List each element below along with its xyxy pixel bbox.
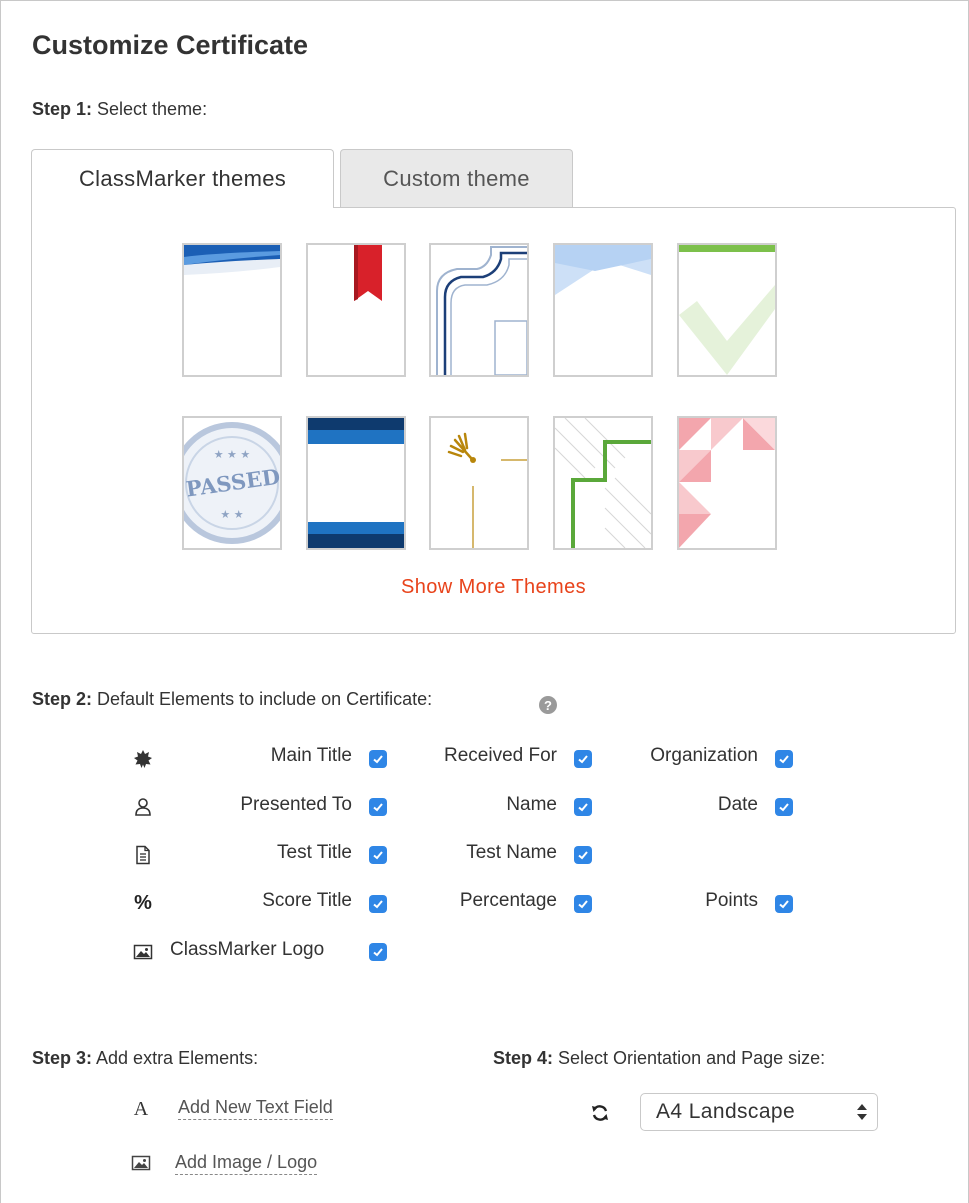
text-icon: A	[133, 1097, 149, 1120]
percentage-label: Percentage	[459, 890, 557, 911]
add-image-logo-link[interactable]: Add Image / Logo	[175, 1152, 318, 1175]
test-title-checkbox[interactable]	[369, 846, 387, 864]
passed-stamp-art: ★ ★ ★ PASSED ★ ★	[184, 422, 280, 544]
page-title: Customize Certificate	[32, 30, 309, 60]
image-icon	[129, 1151, 153, 1175]
svg-text:★ ★: ★ ★	[220, 508, 243, 521]
received-for-checkbox[interactable]	[574, 750, 592, 768]
organization-label: Organization	[650, 745, 758, 766]
theme-red-ribbon[interactable]	[306, 243, 406, 377]
theme-blue-wave[interactable]	[182, 243, 282, 377]
score-title-label: Score Title	[262, 890, 352, 911]
main-title-label: Main Title	[270, 745, 352, 766]
tab-custom-theme[interactable]: Custom theme	[340, 149, 573, 207]
points-checkbox[interactable]	[775, 895, 793, 913]
tab-classmarker-themes[interactable]: ClassMarker themes	[31, 149, 334, 208]
classmarker-logo-label: ClassMarker Logo	[170, 939, 325, 960]
step1-text: Select theme:	[92, 99, 208, 119]
theme-light-blue-angles[interactable]	[553, 243, 653, 377]
step2-label: Step 2: Default Elements to include on C…	[32, 689, 432, 710]
pink-triangles-art	[679, 418, 775, 548]
image-icon	[131, 940, 155, 964]
svg-text:★ ★ ★: ★ ★ ★	[214, 448, 251, 461]
name-label: Name	[506, 794, 557, 815]
step2-text: Default Elements to include on Certifica…	[92, 689, 433, 709]
theme-passed-stamp[interactable]: ★ ★ ★ PASSED ★ ★	[182, 416, 282, 550]
percentage-checkbox[interactable]	[574, 895, 592, 913]
step4-text: Select Orientation and Page size:	[553, 1048, 826, 1068]
step3-prefix: Step 3:	[32, 1048, 93, 1068]
theme-gold-fern[interactable]	[429, 416, 529, 550]
theme-green-check[interactable]	[677, 243, 777, 377]
document-icon	[131, 843, 155, 867]
theme-blue-bands[interactable]	[306, 416, 406, 550]
percent-icon: %	[134, 891, 152, 914]
blue-bands-art	[308, 418, 404, 548]
step3-text: Add extra Elements:	[92, 1048, 259, 1068]
points-label: Points	[705, 890, 758, 911]
show-more-themes-link[interactable]: Show More Themes	[32, 576, 955, 599]
step1-prefix: Step 1:	[32, 99, 93, 119]
page-size-select[interactable]: A4 Landscape	[640, 1093, 878, 1131]
add-text-field-link[interactable]: Add New Text Field	[178, 1097, 333, 1120]
help-icon[interactable]: ?	[539, 696, 557, 714]
presented-to-label: Presented To	[240, 794, 352, 815]
test-title-label: Test Title	[277, 842, 352, 863]
navy-frame-art	[436, 246, 527, 375]
badge-icon	[131, 747, 155, 771]
blue-wave-art	[184, 245, 280, 275]
theme-navy-frame[interactable]	[429, 243, 529, 377]
select-arrows-icon	[857, 1104, 867, 1120]
step3-label: Step 3: Add extra Elements:	[32, 1048, 258, 1069]
theme-panel: ★ ★ ★ PASSED ★ ★ Show More Themes	[31, 207, 956, 634]
theme-green-step[interactable]	[553, 416, 653, 550]
red-ribbon-art	[354, 245, 382, 301]
step2-prefix: Step 2:	[32, 689, 93, 709]
light-blue-angles-art	[555, 245, 651, 295]
green-step-art	[555, 418, 651, 548]
test-name-label: Test Name	[466, 842, 557, 863]
page-size-value: A4 Landscape	[656, 1100, 796, 1123]
user-icon	[131, 795, 155, 819]
main-title-checkbox[interactable]	[369, 750, 387, 768]
tab-label: ClassMarker themes	[78, 166, 287, 191]
date-label: Date	[717, 794, 758, 815]
classmarker-logo-checkbox[interactable]	[369, 943, 387, 961]
presented-to-checkbox[interactable]	[369, 798, 387, 816]
received-for-label: Received For	[444, 745, 557, 766]
step1-label: Step 1: Select theme:	[32, 99, 207, 120]
organization-checkbox[interactable]	[775, 750, 793, 768]
tab-label: Custom theme	[383, 165, 530, 191]
theme-pink-triangles[interactable]	[677, 416, 777, 550]
rotate-icon[interactable]	[588, 1101, 612, 1125]
test-name-checkbox[interactable]	[574, 846, 592, 864]
step4-label: Step 4: Select Orientation and Page size…	[493, 1048, 825, 1069]
date-checkbox[interactable]	[775, 798, 793, 816]
score-title-checkbox[interactable]	[369, 895, 387, 913]
step4-prefix: Step 4:	[493, 1048, 554, 1068]
green-check-art	[679, 245, 775, 375]
name-checkbox[interactable]	[574, 798, 592, 816]
gold-fern-art	[447, 432, 527, 548]
